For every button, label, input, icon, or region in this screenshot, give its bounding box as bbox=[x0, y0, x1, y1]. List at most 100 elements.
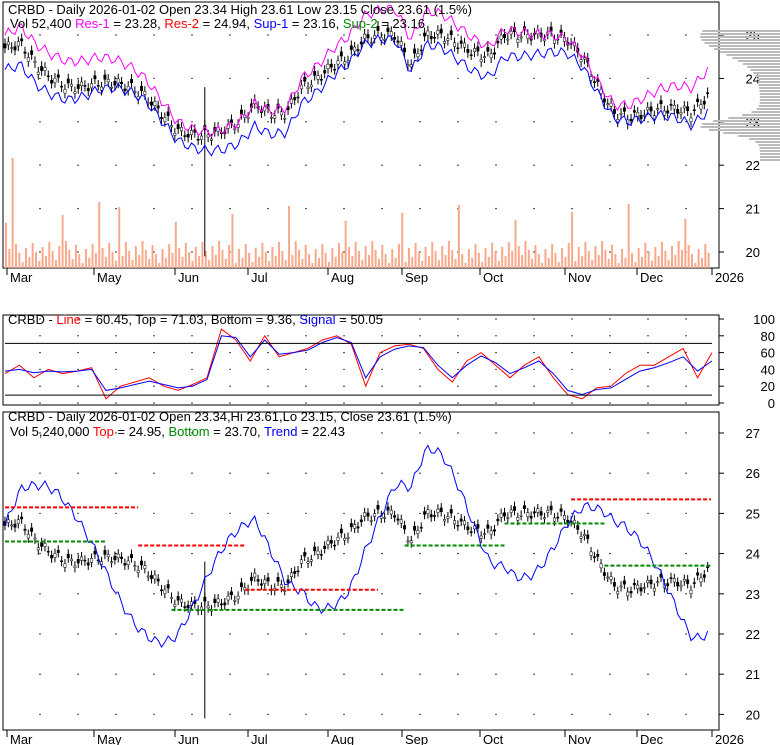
candle-body bbox=[499, 34, 503, 40]
grid-dot bbox=[381, 207, 383, 210]
volume-bar bbox=[81, 263, 84, 268]
grid-dot bbox=[609, 472, 611, 474]
candle-body bbox=[286, 579, 290, 583]
candle-body bbox=[6, 519, 10, 523]
candle-body bbox=[173, 133, 177, 136]
candle-body bbox=[526, 512, 530, 517]
candle-body bbox=[453, 42, 457, 47]
volume-bar bbox=[208, 260, 211, 268]
grid-dot bbox=[647, 34, 649, 36]
candle-body bbox=[433, 36, 437, 39]
grid-dot bbox=[533, 402, 535, 404]
candle-body bbox=[349, 523, 353, 528]
candle-body bbox=[110, 561, 114, 563]
candle-body bbox=[103, 74, 107, 80]
candle-body bbox=[609, 102, 613, 107]
candle-body bbox=[489, 53, 493, 59]
candle-body bbox=[86, 562, 90, 566]
grid-dot bbox=[305, 472, 307, 474]
grid-dot bbox=[419, 593, 421, 595]
candle-body bbox=[619, 113, 623, 115]
grid-dot bbox=[153, 673, 155, 675]
candle-body bbox=[386, 506, 390, 511]
candle-body bbox=[622, 580, 626, 585]
grid-dot bbox=[533, 633, 535, 635]
grid-dot bbox=[609, 34, 611, 36]
candle-body bbox=[519, 36, 523, 39]
candle-body bbox=[80, 81, 84, 86]
candle-body bbox=[143, 91, 147, 95]
grid-dot bbox=[457, 164, 459, 166]
candle-body bbox=[659, 100, 663, 105]
grid-dot bbox=[267, 472, 269, 474]
grid-dot bbox=[267, 121, 269, 123]
grid-dot bbox=[305, 713, 307, 716]
candle-body bbox=[369, 520, 373, 522]
grid-dot bbox=[229, 77, 231, 80]
candle-body bbox=[449, 509, 453, 514]
candle-body bbox=[516, 517, 520, 521]
candle-body bbox=[306, 86, 310, 90]
grid-dot bbox=[457, 512, 459, 515]
volume-bar bbox=[104, 257, 107, 268]
grid-dot bbox=[457, 673, 459, 675]
volume-profile-bar bbox=[700, 33, 780, 35]
volume-bar bbox=[651, 261, 654, 268]
grid-dot bbox=[153, 121, 155, 123]
grid-dot bbox=[381, 121, 383, 123]
candle-body bbox=[389, 509, 393, 515]
candle-body bbox=[83, 559, 87, 562]
candle-body bbox=[606, 103, 610, 105]
candle-body bbox=[419, 49, 423, 52]
grid-dot bbox=[457, 335, 459, 337]
volume-bar bbox=[697, 249, 700, 268]
candle-body bbox=[3, 43, 7, 49]
grid-dot bbox=[305, 402, 307, 404]
volume-profile-bar bbox=[737, 135, 780, 137]
candle-body bbox=[363, 512, 367, 517]
grid-dot bbox=[305, 368, 307, 371]
grid-dot bbox=[381, 335, 383, 337]
grid-dot bbox=[305, 673, 307, 675]
volume-bar bbox=[291, 255, 294, 268]
candle-body bbox=[373, 513, 377, 517]
grid-dot bbox=[191, 512, 193, 515]
candle-body bbox=[160, 117, 163, 119]
grid-dot bbox=[343, 552, 345, 555]
volume-bar bbox=[74, 245, 77, 268]
volume-bar bbox=[401, 213, 404, 268]
volume-profile-bar bbox=[755, 141, 780, 143]
grid-dot bbox=[571, 593, 573, 595]
grid-dot bbox=[191, 164, 193, 166]
volume-bar bbox=[8, 249, 11, 268]
grid-dot bbox=[381, 385, 383, 387]
grid-dot bbox=[229, 713, 231, 716]
candle-body bbox=[389, 31, 393, 37]
candle-body bbox=[649, 579, 653, 585]
volume-profile-bar bbox=[750, 69, 780, 71]
grid-dot bbox=[115, 432, 117, 434]
grid-dot bbox=[39, 251, 41, 253]
grid-dot bbox=[115, 593, 117, 595]
volume-bar bbox=[124, 242, 127, 268]
candle-body bbox=[76, 559, 80, 564]
candle-body bbox=[602, 98, 606, 103]
candle-body bbox=[463, 42, 466, 48]
grid-dot bbox=[191, 121, 193, 123]
volume-bar bbox=[677, 241, 680, 268]
volume-bar bbox=[321, 244, 324, 268]
y-tick-label: 100 bbox=[753, 312, 775, 327]
y-tick-label: 25 bbox=[746, 506, 760, 521]
candle-body bbox=[429, 35, 433, 40]
volume-bar bbox=[178, 248, 181, 268]
volume-bar bbox=[567, 243, 570, 268]
volume-bar bbox=[158, 263, 161, 268]
volume-bar bbox=[364, 246, 367, 268]
grid-dot bbox=[77, 713, 79, 716]
volume-bar bbox=[377, 259, 380, 268]
candle-body bbox=[616, 591, 620, 595]
grid-dot bbox=[685, 164, 687, 166]
grid-dot bbox=[229, 368, 231, 371]
volume-bar bbox=[614, 254, 617, 268]
volume-bar bbox=[304, 245, 307, 268]
